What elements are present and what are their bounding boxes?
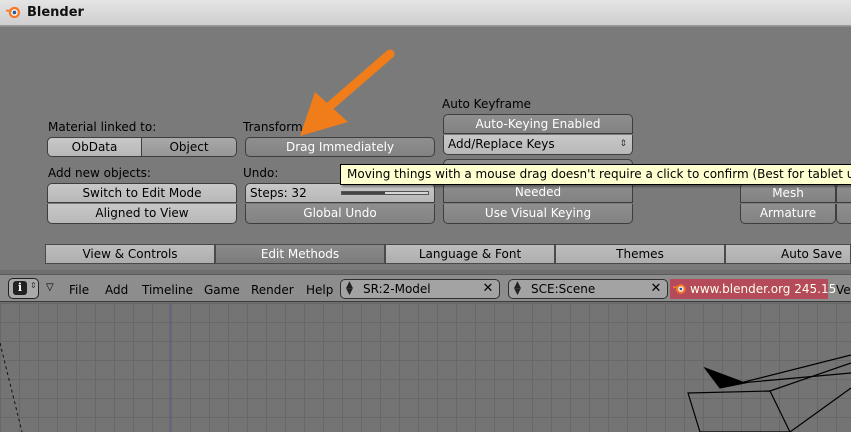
camera-object-icon xyxy=(687,354,851,432)
viewport-dashed-line xyxy=(0,342,23,432)
scene-select[interactable]: ▲ ▼ SCE:Scene ✕ xyxy=(508,279,668,299)
menu-timeline[interactable]: Timeline xyxy=(142,283,193,297)
viewport-scene xyxy=(0,303,851,432)
delete-screen-icon[interactable]: ✕ xyxy=(480,281,496,297)
menu-help[interactable]: Help xyxy=(306,283,333,297)
armature-button[interactable]: Armature xyxy=(740,204,836,224)
object-button[interactable]: Object xyxy=(142,137,237,157)
material-linked-label: Material linked to: xyxy=(48,120,157,134)
partial-button-bottom[interactable] xyxy=(836,204,851,224)
delete-scene-icon[interactable]: ✕ xyxy=(648,281,664,297)
auto-key-mode-select[interactable]: Add/Replace Keys ⇕ xyxy=(443,135,633,155)
arrow-annotation-icon xyxy=(300,49,395,136)
partial-button-top[interactable] xyxy=(836,183,851,203)
screen-select[interactable]: ▲ ▼ SR:2-Model ✕ xyxy=(340,279,500,299)
tab-view-controls[interactable]: View & Controls xyxy=(45,244,215,264)
switch-edit-mode-button[interactable]: Switch to Edit Mode xyxy=(47,183,237,203)
mesh-button[interactable]: Mesh xyxy=(740,183,836,203)
blender-logo-icon xyxy=(6,6,21,19)
undo-steps-track xyxy=(341,191,429,195)
editor-type-select[interactable]: i ⇕ xyxy=(8,278,39,299)
header-trailing-text: Ve xyxy=(836,283,851,297)
version-banner: www.blender.org 245.15 xyxy=(670,279,836,299)
title-bar: Blender xyxy=(0,0,851,26)
info-icon: i xyxy=(13,281,27,295)
screen-name: SR:2-Model xyxy=(363,282,431,296)
collapse-menu-icon[interactable]: ▽ xyxy=(46,282,54,293)
auto-keying-enabled-button[interactable]: Auto-Keying Enabled xyxy=(443,114,633,134)
info-header: i ⇕ ▽ File Add Timeline Game Render Help… xyxy=(0,274,851,302)
menu-add[interactable]: Add xyxy=(105,283,128,297)
scene-name: SCE:Scene xyxy=(531,282,596,296)
3d-viewport[interactable] xyxy=(0,303,851,432)
undo-steps-fill xyxy=(342,192,385,194)
obdata-button[interactable]: ObData xyxy=(47,137,142,157)
menu-file[interactable]: File xyxy=(69,283,89,297)
undo-label: Undo: xyxy=(243,166,279,180)
window-title: Blender xyxy=(27,5,84,20)
tab-themes[interactable]: Themes xyxy=(555,244,725,264)
auto-keyframe-label: Auto Keyframe xyxy=(442,97,532,111)
tooltip: Moving things with a mouse drag doesn't … xyxy=(340,164,851,185)
use-visual-keying-button[interactable]: Use Visual Keying xyxy=(443,204,633,224)
menu-game[interactable]: Game xyxy=(204,283,240,297)
menu-render[interactable]: Render xyxy=(251,283,294,297)
blender-logo-icon xyxy=(673,284,686,294)
needed-button[interactable]: Needed xyxy=(443,183,633,203)
global-undo-button[interactable]: Global Undo xyxy=(245,204,435,224)
version-text: www.blender.org 245.15 xyxy=(690,282,837,296)
tab-auto-save[interactable]: Auto Save xyxy=(725,244,851,264)
add-new-objects-label: Add new objects: xyxy=(48,166,151,180)
undo-steps-value: Steps: 32 xyxy=(250,186,307,200)
auto-key-mode-value: Add/Replace Keys xyxy=(448,137,555,151)
tab-language-font[interactable]: Language & Font xyxy=(385,244,555,264)
updown-arrows-icon: ⇕ xyxy=(30,281,37,290)
updown-arrows-icon: ▲ ▼ xyxy=(514,280,521,297)
undo-steps-slider[interactable]: Steps: 32 xyxy=(245,183,435,203)
tab-edit-methods[interactable]: Edit Methods xyxy=(215,244,385,264)
user-preferences-panel: Material linked to: ObData Object Add ne… xyxy=(0,26,851,270)
updown-arrows-icon: ▲ ▼ xyxy=(346,280,353,297)
aligned-to-view-button[interactable]: Aligned to View xyxy=(47,204,237,224)
updown-arrows-icon: ⇕ xyxy=(619,139,627,149)
